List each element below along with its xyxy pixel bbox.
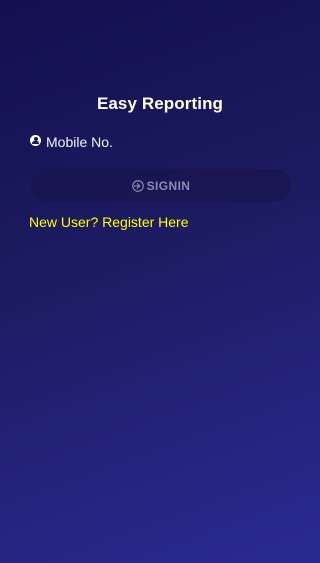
register-link[interactable]: New User? Register Here — [29, 213, 189, 231]
mobile-number-field[interactable]: Mobile No. — [30, 132, 290, 152]
mobile-number-placeholder: Mobile No. — [46, 134, 113, 150]
signin-label: SIGNIN — [146, 178, 191, 193]
user-circle-icon — [30, 134, 41, 146]
login-screen: Easy Reporting Mobile No. SIGNIN New Use… — [0, 0, 320, 563]
signin-button[interactable]: SIGNIN — [30, 169, 291, 202]
sign-in-icon — [131, 179, 144, 192]
app-title: Easy Reporting — [96, 94, 224, 113]
